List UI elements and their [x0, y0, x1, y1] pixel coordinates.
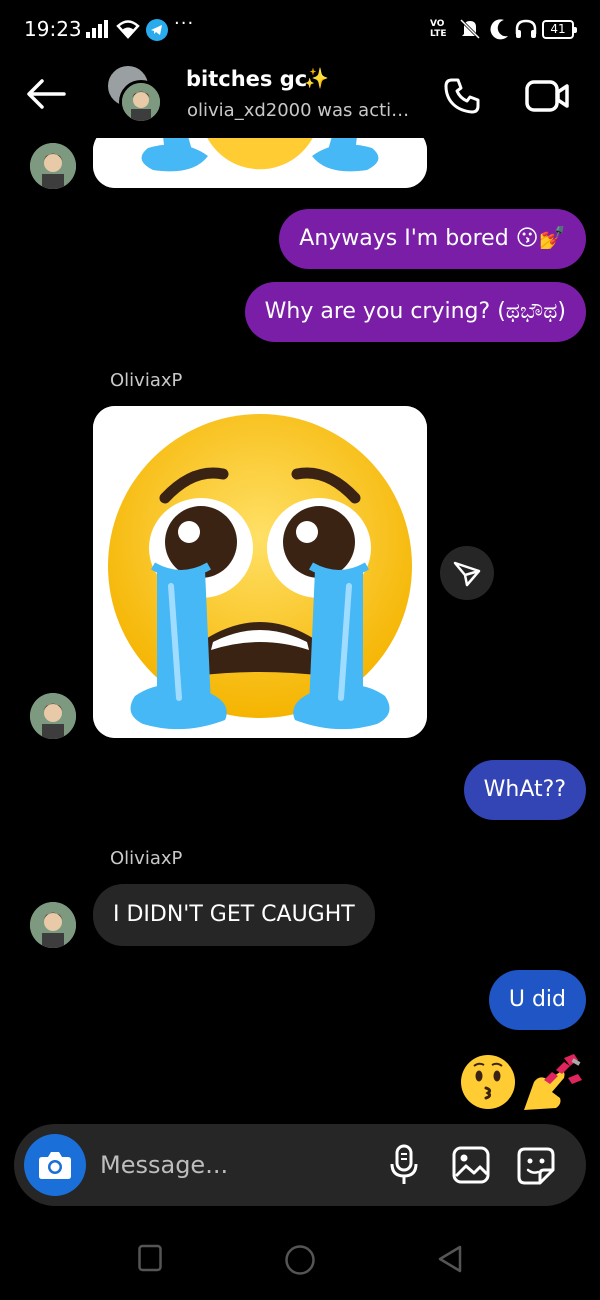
avatar[interactable]: [30, 143, 76, 189]
sender-name: OliviaxP: [110, 848, 183, 869]
loudly-crying-face-sticker: [93, 406, 427, 738]
activity-status: olivia_xd2000 was activ...: [187, 100, 417, 121]
wifi-icon: [116, 20, 140, 39]
sparkles-icon: ✨: [304, 66, 329, 90]
kissing-face-icon: [461, 1055, 515, 1109]
avatar[interactable]: [30, 693, 76, 739]
status-bar: 19:23 ··· VO LTE 41: [0, 0, 600, 60]
incoming-message[interactable]: I DIDN'T GET CAUGHT: [93, 884, 375, 946]
sticker-icon[interactable]: [516, 1146, 556, 1186]
gallery-icon[interactable]: [452, 1146, 490, 1184]
chat-header: bitches gc ✨ olivia_xd2000 was activ...: [0, 60, 600, 138]
message-thread[interactable]: Anyways I'm bored 😗💅 Why are you crying?…: [0, 138, 600, 1118]
emoji-message[interactable]: [460, 1052, 584, 1110]
avatar[interactable]: [30, 902, 76, 948]
back-icon[interactable]: [436, 1244, 464, 1274]
member-avatar: [119, 80, 163, 124]
share-button[interactable]: [440, 546, 494, 600]
outgoing-message[interactable]: Why are you crying? (ಥಭೌಥ): [244, 282, 586, 342]
outgoing-message[interactable]: U did: [488, 970, 586, 1030]
sender-name: OliviaxP: [110, 370, 183, 391]
sticker-message[interactable]: [93, 138, 427, 188]
back-arrow-icon[interactable]: [24, 76, 68, 112]
headset-icon: [515, 19, 537, 38]
home-icon[interactable]: [284, 1244, 316, 1276]
navigation-bar: [0, 1218, 600, 1300]
status-time: 19:23: [24, 17, 82, 41]
telegram-icon: [146, 19, 168, 41]
chat-title[interactable]: bitches gc: [186, 67, 307, 91]
battery-icon: 41: [542, 20, 577, 39]
phone-icon[interactable]: [442, 76, 482, 116]
signal-icon: [86, 20, 108, 38]
message-composer: [14, 1124, 586, 1206]
video-camera-icon[interactable]: [524, 76, 570, 116]
recent-apps-icon[interactable]: [138, 1244, 162, 1272]
camera-icon: [39, 1152, 71, 1179]
silent-icon: [459, 18, 481, 40]
send-icon: [453, 561, 481, 587]
outgoing-message[interactable]: WhAt??: [463, 760, 586, 820]
sticker-message[interactable]: [93, 406, 427, 738]
message-input[interactable]: [100, 1142, 380, 1188]
group-avatar[interactable]: [104, 64, 164, 124]
overflow-dots-icon: ···: [174, 13, 195, 34]
moon-icon: [490, 19, 508, 40]
volte-icon: VO LTE: [430, 19, 447, 39]
camera-button[interactable]: [24, 1134, 86, 1196]
nail-polish-icon: [524, 1054, 582, 1110]
outgoing-message[interactable]: Anyways I'm bored 😗💅: [279, 209, 586, 269]
microphone-icon[interactable]: [388, 1144, 420, 1186]
